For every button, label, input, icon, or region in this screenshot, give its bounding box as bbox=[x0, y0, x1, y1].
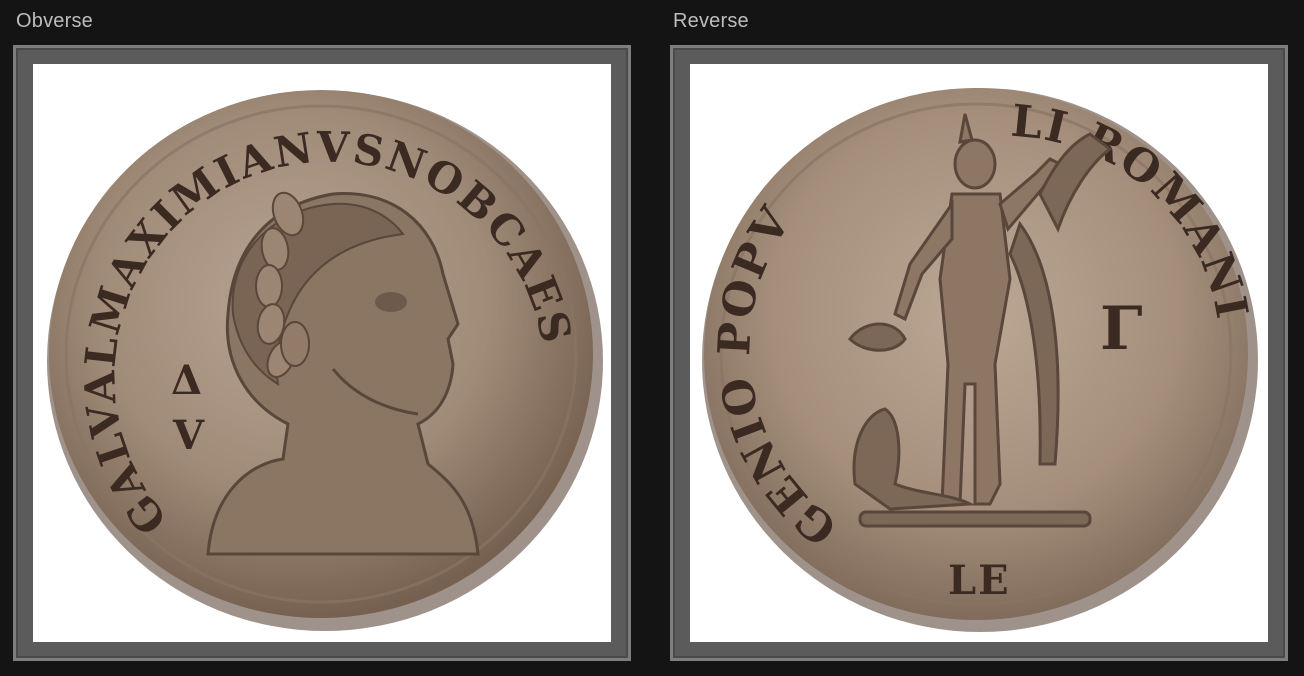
obverse-frame: GALVALMAXIMIANVSNOBCAES Δ V bbox=[13, 45, 631, 661]
field-mark-delta: Δ bbox=[171, 357, 204, 404]
reverse-label: Reverse bbox=[673, 10, 749, 32]
obverse-label: Obverse bbox=[16, 10, 93, 32]
exergue-mark: LE bbox=[948, 557, 1011, 604]
reverse-coin: GENIO POPV LI ROMANI bbox=[702, 88, 1258, 632]
obverse-coin: GALVALMAXIMIANVSNOBCAES Δ V bbox=[47, 90, 603, 631]
reverse-frame: GENIO POPV LI ROMANI bbox=[670, 45, 1288, 661]
field-mark-gamma: Γ bbox=[1100, 294, 1145, 364]
reverse-image[interactable]: GENIO POPV LI ROMANI bbox=[690, 64, 1268, 642]
obverse-image[interactable]: GALVALMAXIMIANVSNOBCAES Δ V bbox=[33, 64, 611, 642]
field-mark-v: V bbox=[172, 412, 206, 459]
